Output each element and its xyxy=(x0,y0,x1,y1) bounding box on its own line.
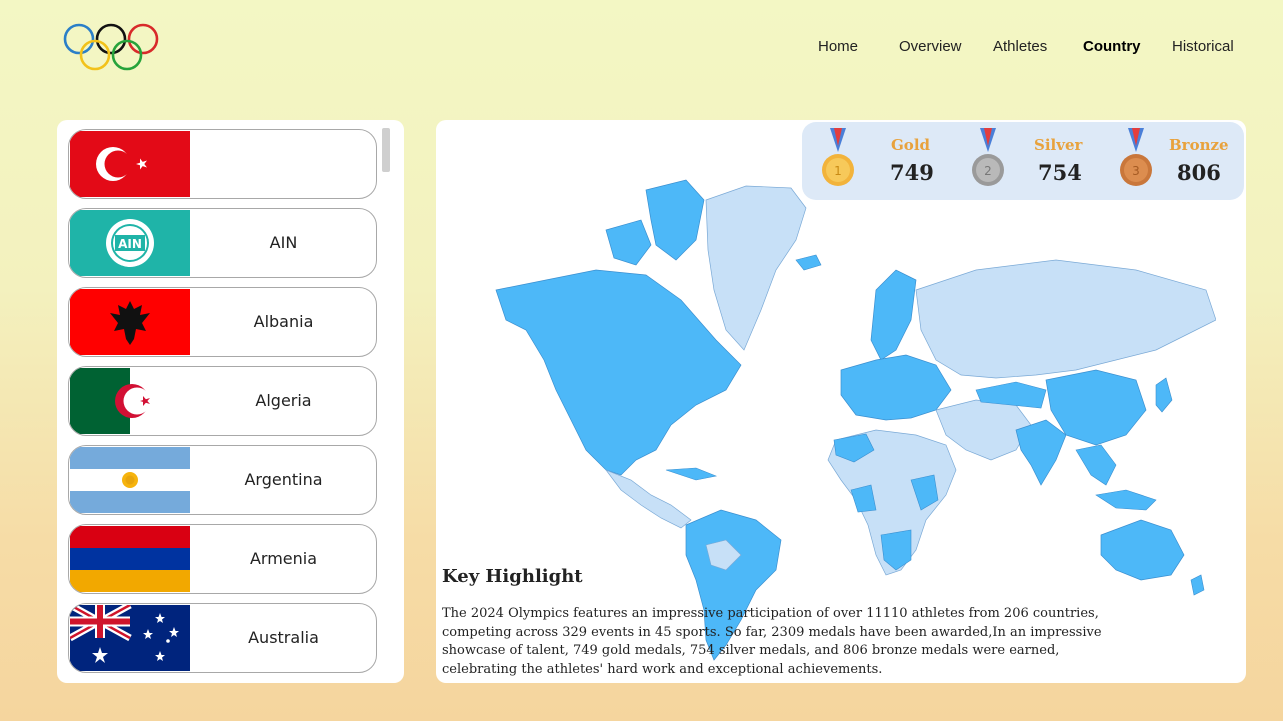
country-name: Albania xyxy=(253,312,314,331)
armenia-flag-icon xyxy=(70,526,190,592)
australia-flag-icon xyxy=(70,605,190,671)
country-card-algeria[interactable]: Algeria xyxy=(68,366,377,436)
map-region-central-america xyxy=(604,469,692,529)
country-card-albania[interactable]: Albania xyxy=(68,287,377,357)
country-card-australia[interactable]: Australia xyxy=(68,603,377,673)
country-card-armenia[interactable]: Armenia xyxy=(68,524,377,594)
nav-country[interactable]: Country xyxy=(1083,38,1141,55)
map-region-arctic-islands xyxy=(645,179,705,261)
nav-overview[interactable]: Overview xyxy=(899,38,962,55)
map-region-scandinavia xyxy=(870,269,917,361)
country-name: Armenia xyxy=(249,549,318,568)
gold-count: 749 xyxy=(890,160,934,185)
silver-count: 754 xyxy=(1038,160,1082,185)
country-card-argentina[interactable]: Argentina xyxy=(68,445,377,515)
world-map xyxy=(495,179,1216,661)
list-scrollbar[interactable] xyxy=(382,128,390,172)
country-name: Algeria xyxy=(255,391,312,410)
gold-label: Gold xyxy=(891,136,931,154)
country-card-turkey[interactable] xyxy=(68,129,377,199)
map-region-australia xyxy=(1100,519,1185,581)
bronze-label: Bronze xyxy=(1169,136,1229,154)
map-region-north-america xyxy=(495,269,742,476)
country-name: Australia xyxy=(248,628,319,647)
map-region-europe xyxy=(840,354,952,421)
bronze-medal-icon: 3 xyxy=(1120,128,1152,186)
albania-flag-icon xyxy=(70,289,190,355)
algeria-flag-icon xyxy=(70,368,190,434)
map-region-india xyxy=(1015,419,1067,486)
svg-text:2: 2 xyxy=(984,164,992,178)
map-region-greenland xyxy=(705,185,807,351)
ain-flag-icon: AIN xyxy=(70,210,190,276)
nav-historical[interactable]: Historical xyxy=(1172,38,1234,55)
svg-text:3: 3 xyxy=(1132,164,1140,178)
map-region-russia xyxy=(915,259,1216,379)
country-list-panel: AIN AIN Albania Algeria Argentina Armeni… xyxy=(57,120,404,683)
svg-text:1: 1 xyxy=(834,164,842,178)
turkey-flag-icon xyxy=(70,131,190,197)
country-name xyxy=(191,130,376,198)
gold-medal-icon: 1 xyxy=(822,128,854,186)
medal-summary: 1 Gold 749 2 Silver 754 3 Bronze 806 xyxy=(802,122,1244,200)
map-region-southeast-asia xyxy=(1075,444,1117,486)
country-name: AIN xyxy=(269,233,298,252)
key-highlight-title: Key Highlight xyxy=(442,566,583,587)
country-card-ain[interactable]: AIN AIN xyxy=(68,208,377,278)
world-map-panel xyxy=(436,120,1246,683)
nav-athletes[interactable]: Athletes xyxy=(993,38,1047,55)
top-nav: Home Overview Athletes Country Historica… xyxy=(0,38,1283,58)
nav-home[interactable]: Home xyxy=(818,38,858,55)
svg-text:AIN: AIN xyxy=(118,237,142,251)
key-highlight-text: The 2024 Olympics features an impressive… xyxy=(442,606,1102,677)
argentina-flag-icon xyxy=(70,447,190,513)
country-name: Argentina xyxy=(244,470,323,489)
silver-label: Silver xyxy=(1034,136,1083,154)
silver-medal-icon: 2 xyxy=(972,128,1004,186)
bronze-count: 806 xyxy=(1177,160,1221,185)
